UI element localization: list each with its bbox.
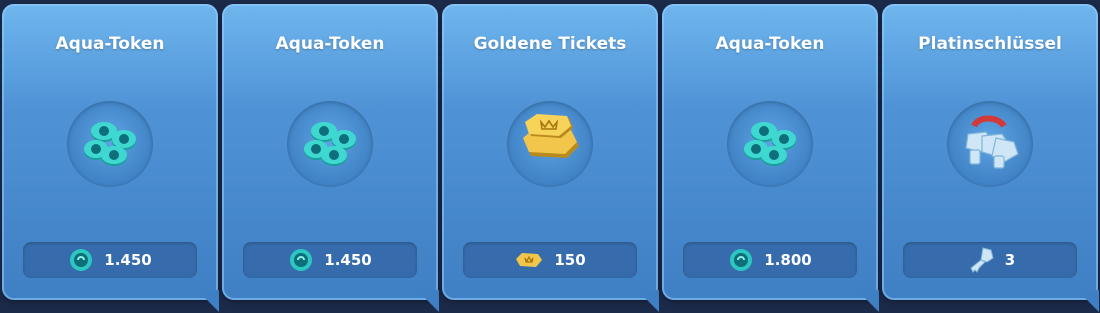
- amount-pill: 3: [903, 242, 1077, 278]
- card-title: Goldene Tickets: [473, 34, 627, 54]
- reward-card-aqua-token-1[interactable]: Aqua-Token 1.450: [2, 4, 219, 312]
- aqua-token-stack-icon: [727, 101, 813, 187]
- amount-pill: 1.450: [23, 242, 197, 278]
- golden-ticket-icon: [514, 249, 544, 271]
- amount-pill: 150: [463, 242, 637, 278]
- aqua-token-stack-icon: [67, 101, 153, 187]
- card-title: Aqua-Token: [55, 34, 165, 54]
- reward-card-aqua-token-2[interactable]: Aqua-Token 1.450: [222, 4, 439, 312]
- amount-value: 1.450: [324, 251, 372, 269]
- reward-cards-row: Aqua-Token 1.450 Aqua-Token 1.450 Golden…: [0, 0, 1100, 313]
- reward-card-golden-tickets[interactable]: Goldene Tickets 150: [442, 4, 659, 312]
- amount-value: 150: [554, 251, 586, 269]
- amount-value: 1.800: [764, 251, 812, 269]
- amount-pill: 1.450: [243, 242, 417, 278]
- aqua-token-icon: [728, 247, 754, 273]
- aqua-token-icon: [288, 247, 314, 273]
- card-title: Aqua-Token: [275, 34, 385, 54]
- aqua-token-stack-icon: [287, 101, 373, 187]
- platinum-key-bundle-icon: [947, 101, 1033, 187]
- amount-value: 1.450: [104, 251, 152, 269]
- amount-pill: 1.800: [683, 242, 857, 278]
- reward-card-platinum-key[interactable]: Platinschlüssel 3: [882, 4, 1099, 312]
- card-title: Aqua-Token: [715, 34, 825, 54]
- card-title: Platinschlüssel: [918, 34, 1062, 54]
- golden-ticket-stack-icon: [507, 101, 593, 187]
- platinum-key-icon: [965, 246, 995, 274]
- aqua-token-icon: [68, 247, 94, 273]
- reward-card-aqua-token-3[interactable]: Aqua-Token 1.800: [662, 4, 879, 312]
- amount-value: 3: [1004, 251, 1016, 269]
